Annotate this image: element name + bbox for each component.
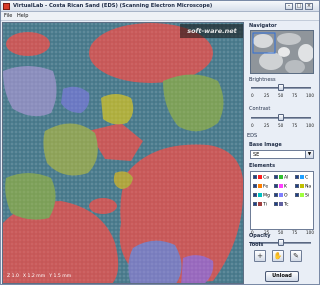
zoom-readout: Z 1.0: [7, 274, 19, 279]
color-swatch: [258, 202, 262, 206]
eds-label: EDS: [247, 133, 258, 139]
checkbox[interactable]: [253, 175, 257, 179]
checkbox[interactable]: [274, 175, 278, 179]
menu-help[interactable]: Help: [17, 13, 28, 19]
element-symbol: O: [284, 193, 288, 199]
element-symbol: Na: [305, 184, 312, 190]
app-icon: [3, 3, 10, 10]
tools-label: Tools: [249, 242, 264, 248]
checkbox[interactable]: [274, 202, 278, 206]
unload-button[interactable]: Unload: [265, 271, 299, 282]
title-bar[interactable]: VirtualLab - Costa Rican Sand (EDS) (Sca…: [1, 1, 319, 12]
color-swatch: [279, 175, 283, 179]
pencil-icon[interactable]: ✎: [290, 250, 302, 262]
element-checkbox-tc[interactable]: Tc: [274, 202, 289, 208]
base-image-select[interactable]: SE ▼: [250, 150, 314, 159]
coordinate-readout: Z 1.0 X 1.2 mm Y 1.5 mm: [7, 274, 75, 279]
checkbox[interactable]: [295, 184, 299, 188]
x-readout: X 1.2 mm: [22, 274, 46, 279]
element-checkbox-fe[interactable]: Fe: [253, 184, 268, 190]
element-symbol: Tc: [284, 202, 289, 208]
navigator-thumbnail[interactable]: [250, 30, 314, 74]
color-swatch: [300, 193, 304, 197]
maximize-button[interactable]: □: [295, 3, 303, 10]
y-readout: Y 1.5 mm: [49, 274, 72, 279]
element-symbol: K: [284, 184, 288, 190]
tick-label: 100: [306, 123, 314, 128]
element-symbol: Ca: [263, 175, 270, 181]
brightness-slider-knob[interactable]: [278, 84, 284, 91]
window-title: VirtualLab - Costa Rican Sand (EDS) (Sca…: [13, 3, 213, 9]
crosshair-icon[interactable]: +: [254, 250, 266, 262]
tick-label: 75: [292, 93, 298, 98]
tick-label: 50: [278, 123, 284, 128]
element-symbol: C: [305, 175, 309, 181]
brightness-label: Brightness: [249, 77, 276, 83]
color-swatch: [300, 175, 304, 179]
watermark: soft-ware.net: [180, 24, 243, 38]
color-swatch: [258, 184, 262, 188]
contrast-ticks: 0 25 50 75 100: [251, 123, 314, 129]
element-checkbox-si[interactable]: Si: [295, 193, 309, 199]
opacity-tick-labels: 0 25 50 75 100: [251, 230, 314, 236]
tick-label: 0: [251, 230, 254, 235]
element-symbol: Mg: [263, 193, 270, 199]
tick-label: 25: [264, 93, 270, 98]
checkbox[interactable]: [295, 175, 299, 179]
tick-label: 25: [264, 230, 270, 235]
chevron-down-icon[interactable]: ▼: [305, 151, 313, 158]
element-symbol: Fe: [263, 184, 269, 190]
color-swatch: [258, 193, 262, 197]
element-checkbox-c[interactable]: C: [295, 175, 308, 181]
checkbox[interactable]: [274, 184, 278, 188]
hand-icon[interactable]: ✋: [272, 250, 284, 262]
tick-label: 0: [251, 123, 254, 128]
element-checkbox-na[interactable]: Na: [295, 184, 311, 190]
elements-list: Ca Al C Fe K Na Mg O Si Ti Tc: [250, 171, 314, 230]
navigator-label: Navigator: [249, 23, 277, 29]
brightness-ticks: 0 25 50 75 100: [251, 93, 314, 99]
close-button[interactable]: ×: [305, 3, 313, 10]
element-symbol: Al: [284, 175, 289, 181]
element-symbol: Ti: [263, 202, 267, 208]
tick-label: 50: [278, 230, 284, 235]
color-swatch: [279, 202, 283, 206]
navigator-image: [251, 31, 313, 73]
tick-label: 75: [292, 123, 298, 128]
color-swatch: [300, 184, 304, 188]
sem-image: [3, 23, 243, 283]
element-checkbox-k[interactable]: K: [274, 184, 287, 190]
element-checkbox-mg[interactable]: Mg: [253, 193, 270, 199]
menu-bar: File Help: [1, 12, 319, 21]
elements-label: Elements: [249, 163, 276, 169]
tick-label: 0: [251, 93, 254, 98]
tick-label: 25: [264, 123, 270, 128]
element-checkbox-o[interactable]: O: [274, 193, 288, 199]
app-window: VirtualLab - Costa Rican Sand (EDS) (Sca…: [0, 0, 320, 285]
checkbox[interactable]: [253, 184, 257, 188]
opacity-slider-knob[interactable]: [278, 239, 284, 246]
color-swatch: [258, 175, 262, 179]
checkbox[interactable]: [295, 193, 299, 197]
base-image-value: SE: [253, 152, 260, 158]
element-checkbox-al[interactable]: Al: [274, 175, 288, 181]
checkbox[interactable]: [253, 202, 257, 206]
color-swatch: [279, 193, 283, 197]
checkbox[interactable]: [274, 193, 278, 197]
tick-label: 75: [292, 230, 298, 235]
contrast-slider-knob[interactable]: [278, 114, 284, 121]
element-checkbox-ti[interactable]: Ti: [253, 202, 267, 208]
tick-label: 50: [278, 93, 284, 98]
tick-label: 100: [306, 93, 314, 98]
element-checkbox-ca[interactable]: Ca: [253, 175, 269, 181]
checkbox[interactable]: [253, 193, 257, 197]
menu-file[interactable]: File: [4, 13, 12, 19]
minimize-button[interactable]: –: [285, 3, 293, 10]
contrast-label: Contrast: [249, 106, 271, 112]
base-image-label: Base Image: [249, 142, 282, 148]
color-swatch: [279, 184, 283, 188]
element-symbol: Si: [305, 193, 310, 199]
tick-label: 100: [306, 230, 314, 235]
image-viewer[interactable]: soft-ware.net Z 1.0 X 1.2 mm Y 1.5 mm: [2, 22, 244, 284]
